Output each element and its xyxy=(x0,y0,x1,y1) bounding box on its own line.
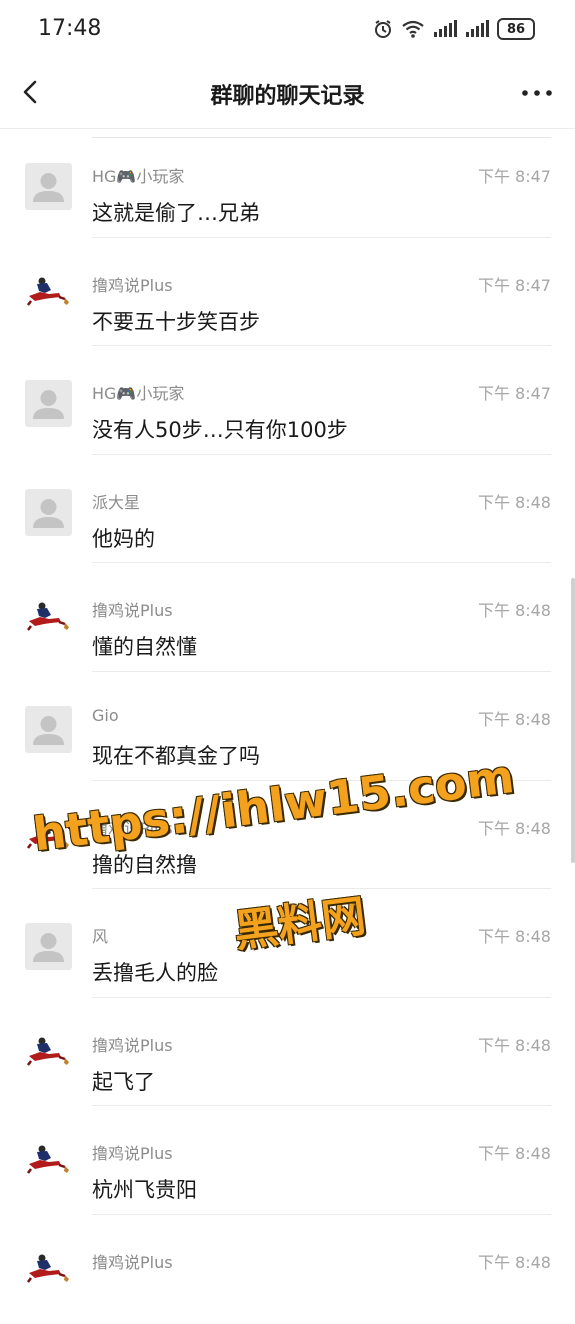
sender-name: 撸鸡说Plus xyxy=(92,818,173,838)
avatar[interactable] xyxy=(25,1248,72,1296)
message-time: 下午 8:48 xyxy=(477,818,551,838)
default-user-icon xyxy=(33,173,64,202)
message-text: 没有人50步…只有你100步 xyxy=(92,418,348,443)
message-item[interactable]: 撸鸡说Plus 下午 8:48 杭州飞贵阳 xyxy=(0,1106,575,1215)
avatar-photo xyxy=(27,602,69,632)
signal-icon-1 xyxy=(434,20,457,37)
default-user-icon xyxy=(33,933,64,963)
avatar-photo xyxy=(27,1254,69,1283)
message-time: 下午 8:47 xyxy=(477,167,551,186)
message-item[interactable]: 派大星 下午 8:48 他妈的 xyxy=(0,455,575,564)
message-item[interactable]: 撸鸡说Plus 下午 8:48 懂的自然懂 xyxy=(0,563,575,672)
avatar[interactable] xyxy=(25,163,72,210)
message-item[interactable]: 撸鸡说Plus 下午 8:48 撸的自然撸 xyxy=(0,781,575,890)
wifi-icon xyxy=(402,20,424,38)
message-item[interactable]: 撸鸡说Plus 下午 8:48 起飞了 xyxy=(0,998,575,1107)
avatar-photo xyxy=(27,277,69,306)
avatar[interactable] xyxy=(25,705,72,753)
more-dots-icon[interactable] xyxy=(519,80,555,106)
sender-name: 撸鸡说Plus xyxy=(92,1035,173,1055)
message-item[interactable]: 撸鸡说Plus 下午 8:47 不要五十步笑百步 xyxy=(0,238,575,347)
avatar[interactable] xyxy=(25,1140,72,1188)
sender-name: HG🎮小玩家 xyxy=(92,384,185,404)
message-item[interactable]: HG🎮小玩家 下午 8:47 没有人50步…只有你100步 xyxy=(0,346,575,455)
avatar[interactable] xyxy=(25,597,72,645)
status-time: 17:48 xyxy=(38,16,102,41)
avatar[interactable] xyxy=(25,814,72,862)
avatar[interactable] xyxy=(25,923,72,971)
message-time: 下午 8:48 xyxy=(477,709,551,729)
default-user-icon xyxy=(33,390,64,420)
status-bar: 17:48 86 xyxy=(0,0,575,58)
avatar-photo xyxy=(27,820,69,849)
avatar[interactable] xyxy=(25,488,72,536)
message-text: 杭州飞贵阳 xyxy=(92,1178,197,1203)
message-time: 下午 8:47 xyxy=(477,384,551,404)
message-text: 这就是偷了…兄弟 xyxy=(92,201,260,225)
message-text: 懂的自然懂 xyxy=(92,635,197,660)
battery-indicator: 86 xyxy=(497,18,535,40)
default-user-icon xyxy=(33,715,64,745)
signal-icon-2 xyxy=(466,20,489,37)
message-item[interactable]: HG🎮小玩家 下午 8:47 这就是偷了…兄弟 xyxy=(0,129,575,238)
alarm-icon xyxy=(375,20,391,38)
message-time: 下午 8:48 xyxy=(477,1144,551,1164)
scrollbar[interactable] xyxy=(571,578,575,863)
sender-name: 撸鸡说Plus xyxy=(92,275,173,295)
avatar[interactable] xyxy=(25,1031,72,1079)
message-item[interactable]: Gio 下午 8:48 现在不都真金了吗 xyxy=(0,672,575,781)
message-time: 下午 8:48 xyxy=(477,601,551,621)
avatar[interactable] xyxy=(25,380,72,428)
message-text: 他妈的 xyxy=(92,526,155,551)
message-item[interactable]: 撸鸡说Plus 下午 8:48 xyxy=(0,1215,575,1324)
page-title: 群聊的聊天记录 xyxy=(210,84,365,109)
message-time: 下午 8:48 xyxy=(477,1035,551,1055)
message-time: 下午 8:47 xyxy=(477,275,551,295)
message-text: 现在不都真金了吗 xyxy=(92,743,260,768)
sender-name: 派大星 xyxy=(92,492,141,512)
sender-name: 撸鸡说Plus xyxy=(92,1252,173,1272)
status-icons: 86 xyxy=(373,18,535,40)
sender-name: Gio xyxy=(92,705,119,725)
message-list[interactable]: HG🎮小玩家 下午 8:47 这就是偷了…兄弟 撸鸡说Plus 下午 8:47 不要五十步… xyxy=(0,129,575,1324)
sender-name: 撸鸡说Plus xyxy=(92,601,173,621)
avatar-photo xyxy=(27,1037,69,1066)
chat-header: 群聊的聊天记录 xyxy=(0,58,575,129)
sender-name: HG🎮小玩家 xyxy=(92,167,185,186)
message-text: 起飞了 xyxy=(92,1069,155,1094)
message-time: 下午 8:48 xyxy=(477,927,551,947)
avatar[interactable] xyxy=(25,271,72,319)
sender-name: 撸鸡说Plus xyxy=(92,1144,173,1164)
message-time: 下午 8:48 xyxy=(477,1252,551,1272)
sender-name: 风 xyxy=(92,927,109,947)
message-text: 不要五十步笑百步 xyxy=(92,309,260,334)
message-text: 丢撸毛人的脸 xyxy=(92,961,218,986)
avatar-photo xyxy=(27,1145,69,1175)
message-time: 下午 8:48 xyxy=(477,492,551,512)
default-user-icon xyxy=(33,498,64,528)
message-text: 撸的自然撸 xyxy=(92,852,197,877)
message-item[interactable]: 风 下午 8:48 丢撸毛人的脸 xyxy=(0,889,575,998)
